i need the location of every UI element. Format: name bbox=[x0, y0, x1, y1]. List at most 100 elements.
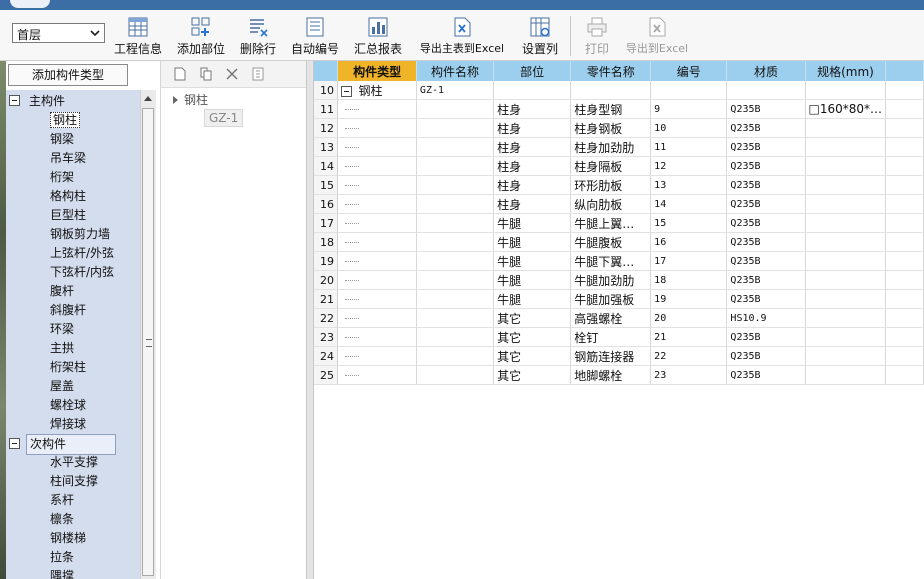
table-cell-code[interactable]: 23 bbox=[650, 365, 728, 385]
table-cell-part[interactable]: 柱身 bbox=[493, 137, 572, 157]
table-cell-piece[interactable]: 栓钉 bbox=[570, 327, 652, 347]
table-cell-code[interactable]: 15 bbox=[650, 213, 728, 233]
table-cell-piece[interactable]: 钢筋连接器 bbox=[570, 346, 652, 366]
table-cell-spec[interactable] bbox=[805, 232, 887, 252]
table-cell-spec[interactable] bbox=[805, 346, 887, 366]
column-header[interactable]: 规格(mm) bbox=[805, 61, 887, 81]
table-cell-part[interactable]: 柱身 bbox=[493, 118, 572, 138]
table-row[interactable]: 23 其它 栓钉 21 Q235B bbox=[314, 327, 924, 347]
column-header[interactable]: 编号 bbox=[650, 61, 728, 81]
table-cell-spec[interactable] bbox=[805, 289, 887, 309]
table-cell-name[interactable] bbox=[416, 118, 495, 138]
table-cell-code[interactable]: 19 bbox=[650, 289, 728, 309]
table-cell-name[interactable] bbox=[416, 346, 495, 366]
table-cell-code[interactable]: 17 bbox=[650, 251, 728, 271]
scroll-up-icon[interactable] bbox=[144, 96, 152, 101]
table-cell-part[interactable]: 牛腿 bbox=[493, 213, 572, 233]
table-cell-part[interactable]: 其它 bbox=[493, 327, 572, 347]
table-row[interactable]: 12 柱身 柱身钢板 10 Q235B bbox=[314, 118, 924, 138]
table-row[interactable]: 13 柱身 柱身加劲肋 11 Q235B bbox=[314, 137, 924, 157]
table-cell-mat[interactable]: Q235B bbox=[726, 175, 806, 195]
table-cell-mat[interactable]: Q235B bbox=[726, 251, 806, 271]
tree-item[interactable]: 主拱 bbox=[50, 339, 74, 358]
tree-item[interactable]: 环梁 bbox=[50, 320, 74, 339]
table-cell-name[interactable] bbox=[416, 270, 495, 290]
table-cell-name[interactable] bbox=[416, 232, 495, 252]
table-cell-type[interactable] bbox=[337, 213, 417, 233]
panel-splitter[interactable] bbox=[306, 61, 314, 579]
table-row[interactable]: 10 钢柱 GZ-1 bbox=[314, 81, 924, 100]
component-tree-root[interactable]: 钢柱 bbox=[173, 91, 208, 108]
table-cell-spec[interactable] bbox=[805, 81, 887, 100]
tree-item[interactable]: 拉条 bbox=[50, 548, 74, 567]
table-row[interactable]: 25 其它 地脚螺栓 23 Q235B bbox=[314, 365, 924, 385]
table-row[interactable]: 19 牛腿 牛腿下翼… 17 Q235B bbox=[314, 251, 924, 271]
tree-item[interactable]: 螺栓球 bbox=[50, 396, 86, 415]
table-cell-mat[interactable]: Q235B bbox=[726, 289, 806, 309]
tree-item[interactable]: 钢梁 bbox=[50, 130, 74, 149]
table-cell-name[interactable] bbox=[416, 175, 495, 195]
tree-item[interactable]: 屋盖 bbox=[50, 377, 74, 396]
table-cell-part[interactable]: 牛腿 bbox=[493, 251, 572, 271]
table-cell-type[interactable]: 钢柱 bbox=[337, 81, 417, 100]
table-cell-spec[interactable] bbox=[805, 365, 887, 385]
table-cell-part[interactable]: 牛腿 bbox=[493, 232, 572, 252]
summary-report-button[interactable]: 汇总报表 bbox=[352, 16, 404, 58]
table-cell-name[interactable] bbox=[416, 251, 495, 271]
table-cell-code[interactable]: 11 bbox=[650, 137, 728, 157]
table-cell-mat[interactable]: Q235B bbox=[726, 137, 806, 157]
scrollbar-thumb[interactable] bbox=[142, 108, 154, 576]
delete-icon[interactable] bbox=[225, 67, 239, 81]
tree-item[interactable]: 钢板剪力墙 bbox=[50, 225, 110, 244]
table-cell-name[interactable] bbox=[416, 156, 495, 176]
table-cell-part[interactable] bbox=[493, 81, 572, 100]
add-part-button[interactable]: 添加部位 bbox=[175, 16, 227, 58]
tree-item[interactable]: 格构柱 bbox=[50, 187, 86, 206]
column-settings-button[interactable]: 设置列 bbox=[520, 16, 560, 58]
column-header[interactable]: 构件类型 bbox=[337, 61, 417, 81]
table-cell-name[interactable] bbox=[416, 194, 495, 214]
table-cell-name[interactable] bbox=[416, 213, 495, 233]
table-cell-spec[interactable] bbox=[805, 175, 887, 195]
table-cell-type[interactable] bbox=[337, 99, 417, 119]
delete-row-button[interactable]: 删除行 bbox=[238, 16, 278, 58]
table-cell-name[interactable] bbox=[416, 327, 495, 347]
table-cell-type[interactable] bbox=[337, 156, 417, 176]
table-cell-type[interactable] bbox=[337, 346, 417, 366]
table-cell-piece[interactable]: 牛腿上翼… bbox=[570, 213, 652, 233]
floor-select[interactable]: 首层 bbox=[12, 23, 105, 43]
table-cell-type[interactable] bbox=[337, 365, 417, 385]
table-row[interactable]: 15 柱身 环形肋板 13 Q235B bbox=[314, 175, 924, 195]
table-cell-piece[interactable]: 高强螺栓 bbox=[570, 308, 652, 328]
table-cell-piece[interactable]: 牛腿腹板 bbox=[570, 232, 652, 252]
table-cell-mat[interactable]: Q235B bbox=[726, 213, 806, 233]
table-cell-part[interactable]: 柱身 bbox=[493, 99, 572, 119]
table-cell-spec[interactable] bbox=[805, 156, 887, 176]
table-cell-part[interactable]: 柱身 bbox=[493, 156, 572, 176]
table-cell-code[interactable]: 20 bbox=[650, 308, 728, 328]
tree-item[interactable]: 上弦杆/外弦 bbox=[50, 244, 114, 263]
table-cell-code[interactable] bbox=[650, 81, 728, 100]
collapse-icon[interactable] bbox=[9, 95, 20, 106]
collapse-icon[interactable] bbox=[9, 438, 20, 449]
table-row[interactable]: 16 柱身 纵向肋板 14 Q235B bbox=[314, 194, 924, 214]
table-cell-piece[interactable]: 地脚螺栓 bbox=[570, 365, 652, 385]
table-row[interactable]: 24 其它 钢筋连接器 22 Q235B bbox=[314, 346, 924, 366]
table-row[interactable]: 17 牛腿 牛腿上翼… 15 Q235B bbox=[314, 213, 924, 233]
table-cell-spec[interactable] bbox=[805, 251, 887, 271]
table-cell-spec[interactable]: □160*80*… bbox=[805, 99, 887, 119]
table-row[interactable]: 14 柱身 柱身隔板 12 Q235B bbox=[314, 156, 924, 176]
copy-icon[interactable] bbox=[199, 67, 213, 81]
column-header[interactable]: 零件名称 bbox=[570, 61, 652, 81]
table-cell-mat[interactable]: Q235B bbox=[726, 194, 806, 214]
tree-scrollbar[interactable] bbox=[140, 90, 156, 579]
table-cell-type[interactable] bbox=[337, 137, 417, 157]
table-cell-code[interactable]: 12 bbox=[650, 156, 728, 176]
table-row[interactable]: 22 其它 高强螺栓 20 HS10.9 bbox=[314, 308, 924, 328]
table-cell-mat[interactable]: Q235B bbox=[726, 270, 806, 290]
table-cell-part[interactable]: 牛腿 bbox=[493, 270, 572, 290]
table-cell-part[interactable]: 其它 bbox=[493, 346, 572, 366]
tree-item[interactable]: 钢柱 bbox=[50, 111, 81, 130]
collapse-icon[interactable] bbox=[341, 85, 353, 97]
table-cell-type[interactable] bbox=[337, 194, 417, 214]
